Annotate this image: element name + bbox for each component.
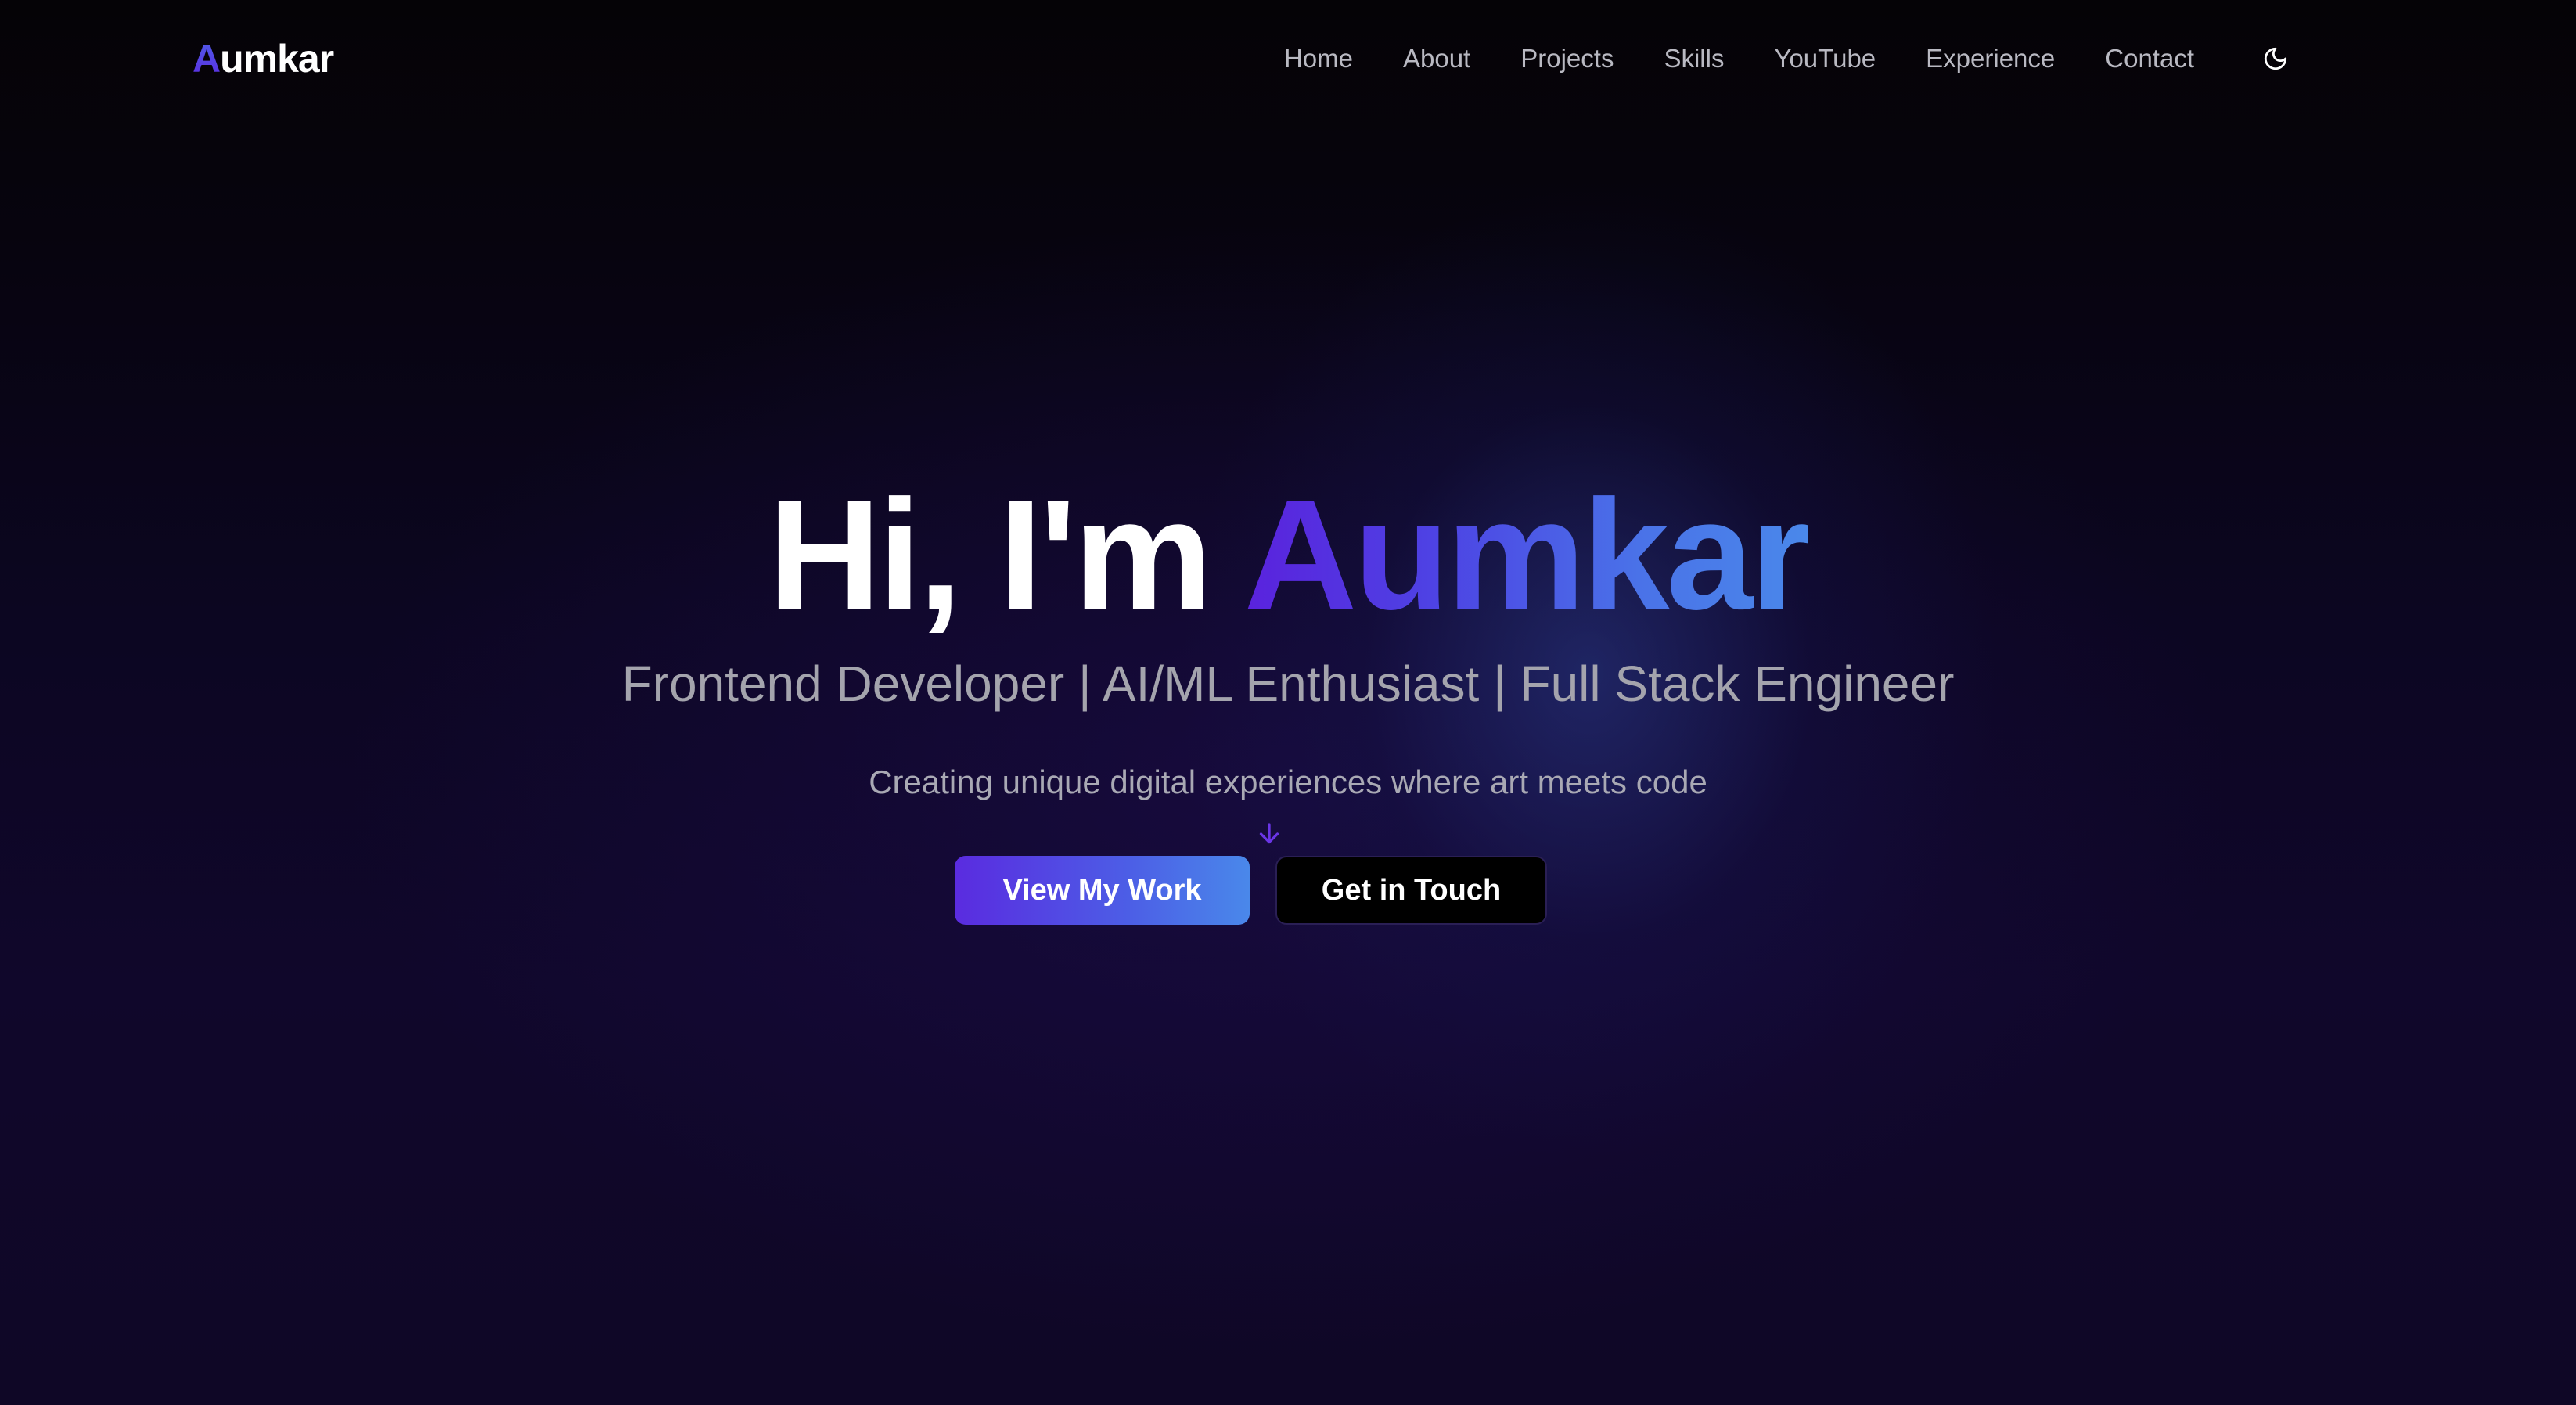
navbar: Aumkar Home About Projects Skills YouTub… [0,0,2576,117]
arrow-down-icon[interactable] [1255,818,1283,850]
get-in-touch-button[interactable]: Get in Touch [1275,856,1547,925]
nav-link-youtube[interactable]: YouTube [1774,41,1876,77]
theme-toggle-button[interactable] [2258,41,2293,76]
nav-link-contact[interactable]: Contact [2105,41,2194,77]
logo-text: umkar [220,37,334,81]
logo-accent-letter: A [192,37,221,81]
nav-link-projects[interactable]: Projects [1520,41,1614,77]
nav-link-experience[interactable]: Experience [1926,41,2055,77]
hero-tagline: Creating unique digital experiences wher… [869,764,1707,800]
hero-name: Aumkar [1243,468,1811,642]
hero-greeting: Hi, I'm [768,468,1244,642]
view-my-work-button[interactable]: View My Work [955,856,1250,925]
hero-title: Hi, I'm Aumkar [0,469,2576,641]
nav-links: Home About Projects Skills YouTube Exper… [1284,41,2194,77]
nav-link-about[interactable]: About [1403,41,1470,77]
logo[interactable]: Aumkar [192,34,334,83]
moon-icon [2264,47,2287,70]
hero-subtitle: Frontend Developer | AI/ML Enthusiast | … [621,656,1955,712]
nav-link-skills[interactable]: Skills [1664,41,1724,77]
nav-link-home[interactable]: Home [1284,41,1353,77]
